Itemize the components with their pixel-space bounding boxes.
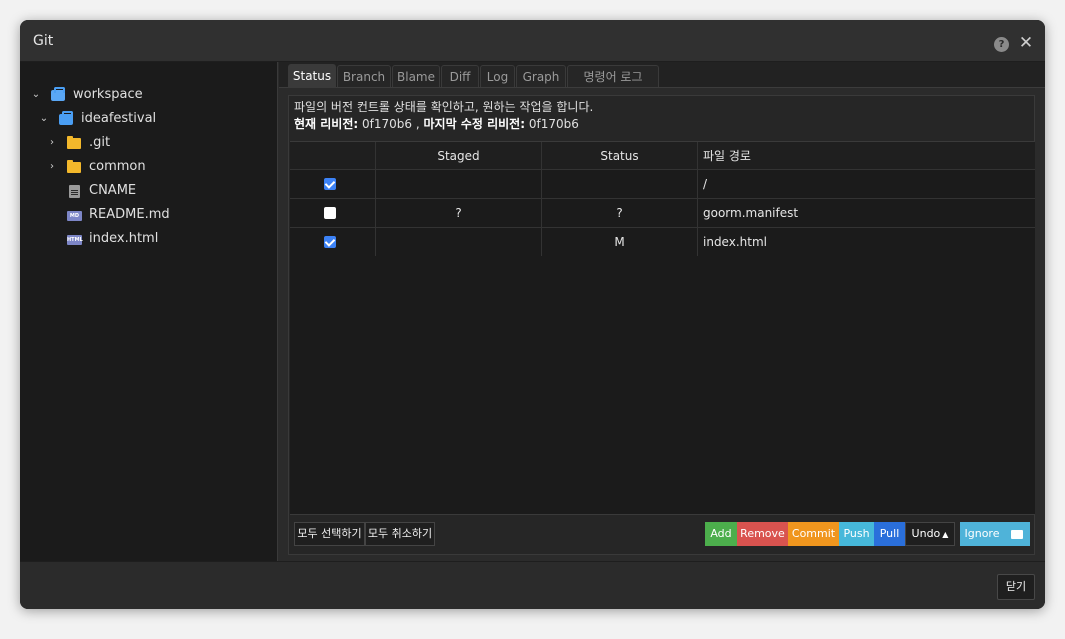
tree-item-common[interactable]: › common xyxy=(44,155,268,179)
row-checkbox[interactable] xyxy=(324,178,336,190)
status-description: 파일의 버전 컨트롤 상태를 확인하고, 원하는 작업을 합니다. xyxy=(294,100,594,114)
staged-cell: ? xyxy=(376,199,542,227)
folder-icon xyxy=(67,160,81,173)
git-main-panel: Status Branch Blame Diff Log Graph 명령어 로… xyxy=(279,62,1045,561)
tree-label: common xyxy=(89,159,146,174)
revision-line: 현재 리비전: 0f170b6 , 마지막 수정 리비전: 0f170b6 xyxy=(294,116,593,133)
last-revision-label: 마지막 수정 리비전: xyxy=(423,117,525,131)
select-cell xyxy=(290,199,376,227)
current-revision-value: 0f170b6 xyxy=(362,117,413,131)
tab-command-log[interactable]: 명령어 로그 xyxy=(567,65,659,87)
tree-item-cname[interactable]: CNAME xyxy=(44,179,268,203)
status-panel: 파일의 버전 컨트롤 상태를 확인하고, 원하는 작업을 합니다. 현재 리비전… xyxy=(288,95,1035,555)
tab-graph[interactable]: Graph xyxy=(516,65,566,87)
caret-up-icon: ▲ xyxy=(942,530,949,539)
tree-label: workspace xyxy=(73,87,143,102)
tab-blame[interactable]: Blame xyxy=(392,65,440,87)
folder-plus-button[interactable] xyxy=(1004,522,1030,546)
staged-cell xyxy=(376,170,542,198)
undo-label: Undo xyxy=(911,527,941,540)
chevron-right-icon[interactable]: › xyxy=(46,131,58,155)
tree-label: index.html xyxy=(89,231,159,246)
row-checkbox[interactable] xyxy=(324,236,336,248)
last-revision-value: 0f170b6 xyxy=(528,117,579,131)
tree-label: CNAME xyxy=(89,183,137,198)
markdown-file-icon: MD xyxy=(67,211,82,221)
titlebar: Git ? ✕ xyxy=(20,20,1045,62)
table-row[interactable]: M index.html xyxy=(290,228,1035,257)
path-cell: goorm.manifest xyxy=(703,206,799,220)
column-header-staged[interactable]: Staged xyxy=(376,142,542,170)
add-button[interactable]: Add xyxy=(705,522,737,546)
file-icon xyxy=(69,185,80,198)
status-cell: ? xyxy=(542,199,698,227)
help-icon[interactable]: ? xyxy=(994,37,1009,52)
file-tree: ⌄ workspace ⌄ ideafestival › .git › comm… xyxy=(20,62,278,561)
status-table: Staged Status 파일 경로 / ? ? goorm.manifest… xyxy=(290,141,1035,515)
status-cell xyxy=(542,170,698,198)
window-title: Git xyxy=(33,33,54,49)
chevron-down-icon[interactable]: ⌄ xyxy=(38,107,50,131)
table-row[interactable]: / xyxy=(290,170,1035,199)
push-button[interactable]: Push xyxy=(839,522,874,546)
tree-label: ideafestival xyxy=(81,111,157,126)
deselect-all-button[interactable]: 모두 취소하기 xyxy=(365,522,435,546)
path-cell: / xyxy=(703,177,708,191)
tree-label: README.md xyxy=(89,207,170,222)
tree-item-index[interactable]: HTML index.html xyxy=(44,227,268,251)
select-cell xyxy=(290,228,376,256)
html-file-icon: HTML xyxy=(67,235,83,245)
undo-button[interactable]: Undo ▲ xyxy=(905,522,955,546)
revision-separator: , xyxy=(415,117,420,131)
column-header-path[interactable]: 파일 경로 xyxy=(698,142,1035,170)
row-checkbox[interactable] xyxy=(324,207,336,219)
status-info: 파일의 버전 컨트롤 상태를 확인하고, 원하는 작업을 합니다. 현재 리비전… xyxy=(294,99,593,133)
close-icon[interactable]: ✕ xyxy=(1018,34,1034,52)
tree-item-git[interactable]: › .git xyxy=(44,131,268,155)
git-dialog: Git ? ✕ ⌄ workspace ⌄ ideafestival › .gi… xyxy=(20,20,1045,609)
chevron-down-icon[interactable]: ⌄ xyxy=(30,83,42,107)
ignore-button[interactable]: Ignore xyxy=(960,522,1004,546)
tab-diff[interactable]: Diff xyxy=(441,65,479,87)
remove-button[interactable]: Remove xyxy=(737,522,788,546)
commit-button[interactable]: Commit xyxy=(788,522,839,546)
briefcase-icon xyxy=(59,111,73,125)
tree-item-readme[interactable]: MD README.md xyxy=(44,203,268,227)
tab-bar: Status Branch Blame Diff Log Graph 명령어 로… xyxy=(279,62,1045,88)
column-header-status[interactable]: Status xyxy=(542,142,698,170)
status-cell: M xyxy=(542,228,698,256)
dialog-footer: 닫기 xyxy=(20,561,1045,609)
pull-button[interactable]: Pull xyxy=(874,522,905,546)
select-cell xyxy=(290,170,376,198)
tree-label: .git xyxy=(89,135,111,150)
tab-status[interactable]: Status xyxy=(288,64,336,88)
folder-icon xyxy=(67,136,81,149)
tree-item-workspace[interactable]: ⌄ workspace xyxy=(28,83,268,107)
chevron-right-icon[interactable]: › xyxy=(46,155,58,179)
current-revision-label: 현재 리비전: xyxy=(294,117,359,131)
table-row[interactable]: ? ? goorm.manifest xyxy=(290,199,1035,228)
path-cell: index.html xyxy=(703,235,767,249)
tree-item-ideafestival[interactable]: ⌄ ideafestival xyxy=(36,107,268,131)
folder-plus-icon xyxy=(1011,530,1023,539)
tab-branch[interactable]: Branch xyxy=(337,65,391,87)
briefcase-icon xyxy=(51,87,65,101)
tab-log[interactable]: Log xyxy=(480,65,515,87)
close-button[interactable]: 닫기 xyxy=(997,574,1035,600)
select-all-button[interactable]: 모두 선택하기 xyxy=(294,522,365,546)
staged-cell xyxy=(376,228,542,256)
column-header-select xyxy=(290,142,376,170)
